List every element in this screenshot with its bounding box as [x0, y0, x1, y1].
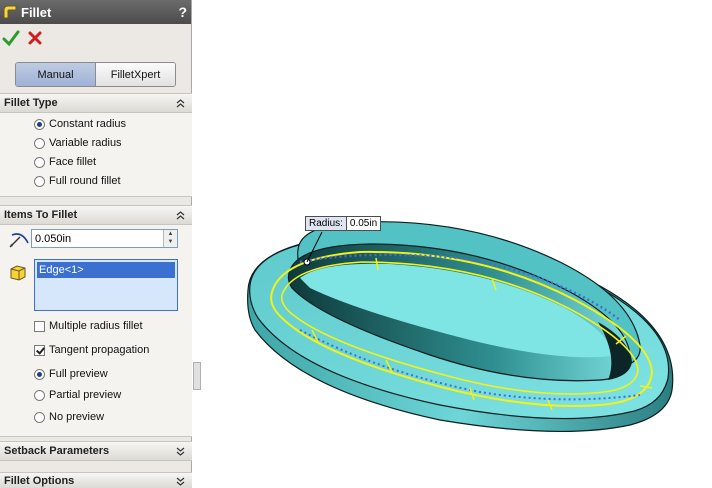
manual-tab[interactable]: Manual: [16, 63, 96, 86]
fillet-options-title: Fillet Options: [4, 474, 75, 487]
help-button[interactable]: ?: [178, 4, 187, 20]
property-manager-panel: Fillet ? Manual FilletXpert Fillet Type …: [0, 0, 192, 488]
full-round-fillet-option[interactable]: Full round fillet: [34, 175, 121, 187]
callout-value[interactable]: 0.05in: [346, 217, 381, 230]
radius-callout[interactable]: Radius: 0.05in: [305, 216, 382, 231]
radio-button[interactable]: [34, 175, 45, 187]
expand-chevron-icon[interactable]: [175, 476, 186, 487]
ok-cancel-bar: [0, 24, 191, 52]
option-label: Constant radius: [49, 118, 127, 130]
radius-input[interactable]: [31, 229, 178, 248]
fillet-type-title: Fillet Type: [4, 97, 58, 109]
graphics-viewport[interactable]: [193, 0, 712, 488]
callout-label: Radius:: [306, 217, 347, 230]
radio-button[interactable]: [34, 389, 45, 401]
option-label: Full round fillet: [49, 175, 121, 187]
fillet-type-body: Constant radius Variable radius Face fil…: [0, 113, 192, 197]
option-label: Full preview: [49, 368, 108, 380]
cancel-x-icon[interactable]: [26, 29, 44, 47]
radius-spinner[interactable]: ▲ ▼: [163, 230, 177, 247]
partial-preview-option[interactable]: Partial preview: [34, 389, 121, 401]
fillet-options-header[interactable]: Fillet Options: [0, 472, 192, 488]
fillet-icon: [3, 5, 17, 19]
setback-parameters-title: Setback Parameters: [4, 445, 110, 457]
mode-toggle: Manual FilletXpert: [15, 62, 176, 87]
panel-title-bar: Fillet ?: [0, 0, 191, 24]
checkbox[interactable]: [34, 344, 45, 356]
option-label: Partial preview: [49, 389, 122, 401]
list-item[interactable]: Edge<1>: [37, 262, 175, 278]
constant-radius-option[interactable]: Constant radius: [34, 118, 126, 130]
option-label: No preview: [49, 411, 105, 423]
panel-title: Fillet: [21, 4, 52, 20]
full-preview-option[interactable]: Full preview: [34, 368, 108, 380]
collapse-chevron-icon[interactable]: [175, 98, 186, 109]
tangent-propagation-option[interactable]: Tangent propagation: [34, 344, 149, 356]
radio-button[interactable]: [34, 411, 45, 423]
checkbox[interactable]: [34, 320, 45, 332]
variable-radius-option[interactable]: Variable radius: [34, 137, 122, 149]
radius-icon: [9, 233, 29, 248]
radio-button[interactable]: [34, 118, 45, 130]
expand-chevron-icon[interactable]: [175, 446, 186, 457]
radio-button[interactable]: [34, 368, 45, 380]
edge-selection-list[interactable]: Edge<1>: [34, 259, 178, 311]
spin-down-icon[interactable]: ▼: [164, 238, 177, 246]
ok-check-icon[interactable]: [2, 29, 20, 47]
multiple-radius-option[interactable]: Multiple radius fillet: [34, 320, 143, 332]
option-label: Variable radius: [49, 137, 122, 149]
face-fillet-option[interactable]: Face fillet: [34, 156, 96, 168]
no-preview-option[interactable]: No preview: [34, 411, 104, 423]
items-to-fillet-header[interactable]: Items To Fillet: [0, 205, 192, 225]
fillet-type-header[interactable]: Fillet Type: [0, 93, 192, 113]
option-label: Tangent propagation: [49, 344, 150, 356]
edge-selection-icon: [10, 265, 26, 281]
collapse-chevron-icon[interactable]: [175, 210, 186, 221]
option-label: Face fillet: [49, 156, 97, 168]
filletxpert-tab[interactable]: FilletXpert: [96, 63, 175, 86]
items-to-fillet-title: Items To Fillet: [4, 209, 78, 221]
spin-up-icon[interactable]: ▲: [164, 230, 177, 238]
setback-parameters-header[interactable]: Setback Parameters: [0, 441, 192, 461]
option-label: Multiple radius fillet: [49, 320, 143, 332]
radio-button[interactable]: [34, 137, 45, 149]
radio-button[interactable]: [34, 156, 45, 168]
